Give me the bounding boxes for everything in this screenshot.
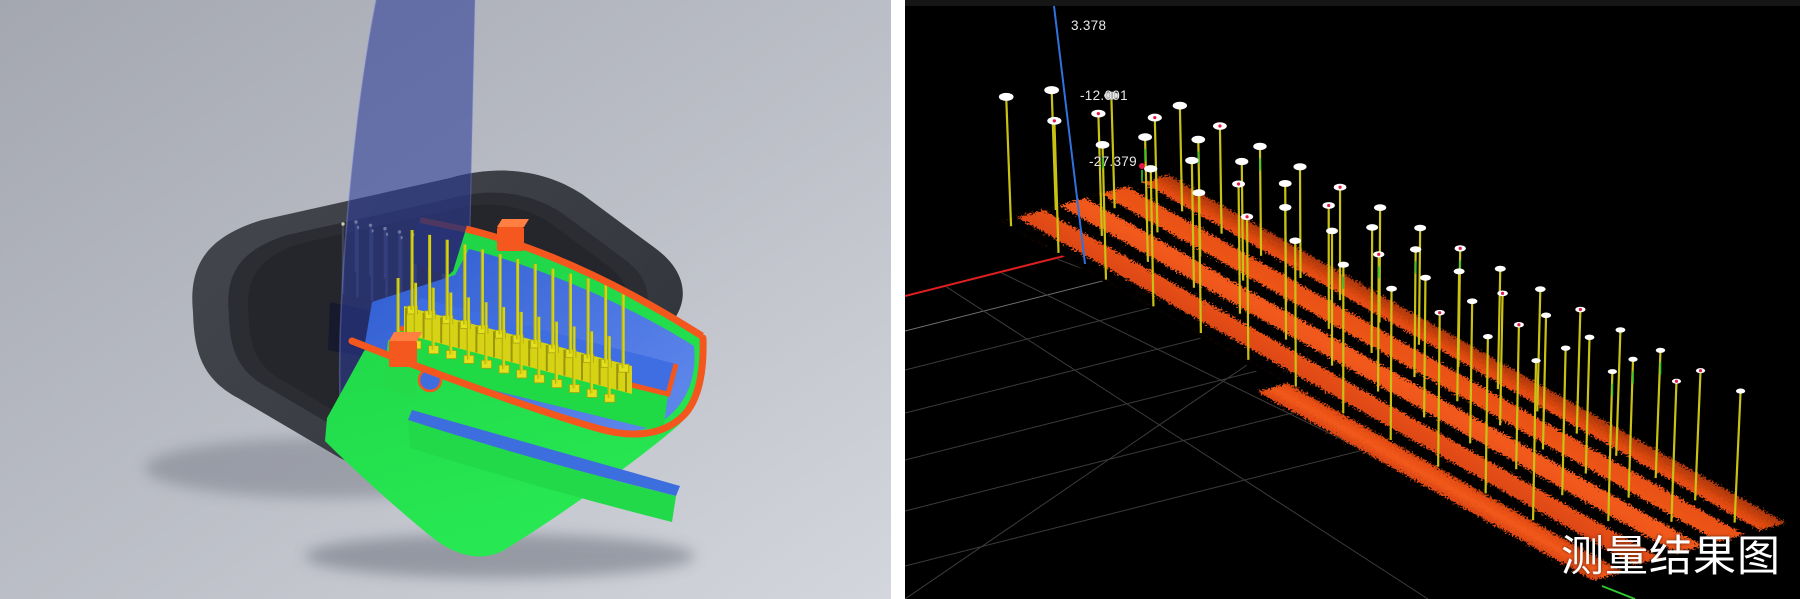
result-caption: 测量结果图 [1561,522,1781,584]
z-tick-label-mid: -12.001 [1080,88,1128,103]
viewport-top-strip [905,0,1800,6]
cad-render-panel [0,0,891,599]
z-tick-label-top: 3.378 [1071,18,1106,33]
point-cloud-scene [905,0,1800,599]
panel-divider [891,0,905,599]
measurement-viewport[interactable]: 3.378 -12.001 -27.379 测量结果图 [905,0,1800,599]
measurement-figure: 3.378 -12.001 -27.379 测量结果图 [0,0,1800,599]
cad-render-illustration [0,0,891,599]
z-tick-label-low: -27.379 [1089,154,1137,169]
